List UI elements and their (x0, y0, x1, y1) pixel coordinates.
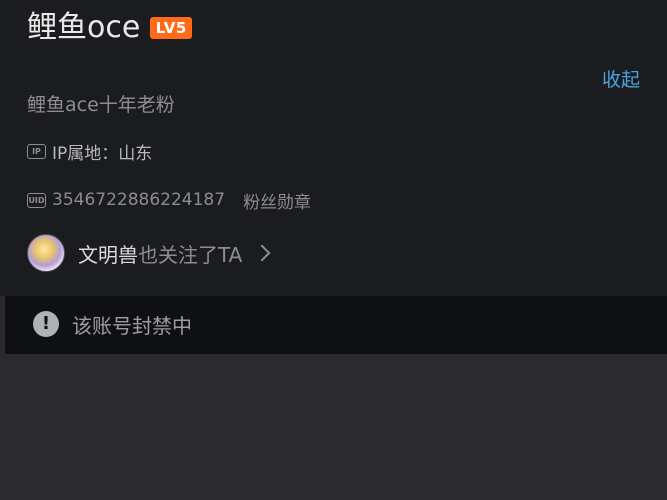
ip-location: IP属地：山东 (52, 143, 153, 164)
avatar[interactable] (27, 234, 65, 272)
mutual-follow-row[interactable]: 文明兽 也关注了TA (27, 233, 271, 273)
chevron-right-icon (253, 244, 271, 262)
profile-card: 鲤鱼oce LV5 收起 鲤鱼ace十年老粉 IP IP属地：山东 UID 35… (0, 0, 667, 296)
uid-value: 3546722886224187 (52, 190, 226, 210)
user-bio: 鲤鱼ace十年老粉 (27, 94, 175, 116)
uid-icon: UID (27, 192, 46, 208)
mutual-follow-name: 文明兽 (78, 242, 138, 267)
banned-notice-content: ! 该账号封禁中 (33, 310, 192, 338)
uid-row: UID 3546722886224187 粉丝勋章 (27, 186, 311, 214)
username: 鲤鱼oce (27, 10, 141, 45)
banned-notice-bar: ! 该账号封禁中 (5, 296, 667, 354)
content-area (0, 354, 667, 500)
name-row: 鲤鱼oce LV5 (27, 6, 193, 50)
fans-medal-link[interactable]: 粉丝勋章 (243, 188, 311, 213)
ip-icon: IP (27, 143, 46, 159)
mutual-follow-text: 也关注了TA (138, 242, 243, 267)
ip-location-row: IP IP属地：山东 (27, 137, 152, 165)
profile-page: 鲤鱼oce LV5 收起 鲤鱼ace十年老粉 IP IP属地：山东 UID 35… (0, 0, 667, 500)
collapse-button[interactable]: 收起 (602, 66, 640, 94)
warning-icon: ! (33, 311, 59, 337)
banned-notice-text: 该账号封禁中 (72, 313, 192, 338)
level-badge: LV5 (150, 17, 193, 39)
